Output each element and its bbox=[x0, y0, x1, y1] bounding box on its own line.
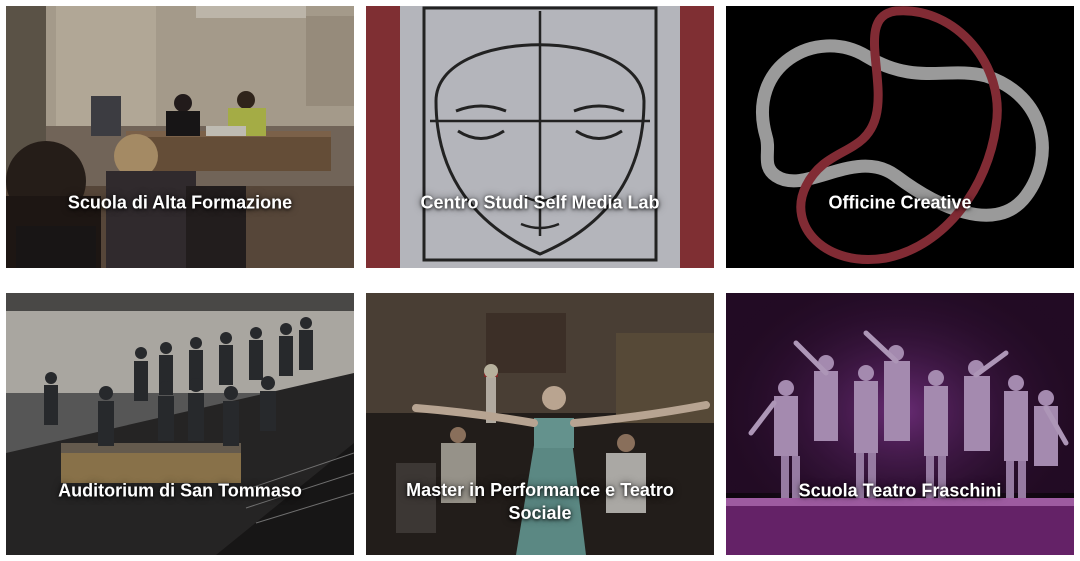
card-overlay bbox=[726, 293, 1074, 555]
card-centro-studi-self-media-lab[interactable]: Centro Studi Self Media Lab bbox=[366, 6, 714, 268]
card-scuola-alta-formazione[interactable]: Scuola di Alta Formazione bbox=[6, 6, 354, 268]
card-title: Auditorium di San Tommaso bbox=[58, 480, 302, 501]
card-title: Officine Creative bbox=[828, 192, 972, 213]
card-overlay bbox=[366, 6, 714, 268]
card-title: Centro Studi Self Media Lab bbox=[420, 192, 660, 213]
card-scuola-teatro-fraschini[interactable]: Scuola Teatro Fraschini bbox=[726, 293, 1074, 555]
card-title: Scuola di Alta Formazione bbox=[67, 192, 293, 213]
card-overlay bbox=[6, 6, 354, 268]
card-title: Master in Performance e Teatro Sociale bbox=[406, 480, 674, 523]
card-title: Scuola Teatro Fraschini bbox=[798, 480, 1002, 501]
card-overlay bbox=[6, 293, 354, 555]
card-overlay bbox=[726, 6, 1074, 268]
card-auditorium-san-tommaso[interactable]: Auditorium di San Tommaso bbox=[6, 293, 354, 555]
card-officine-creative[interactable]: Officine Creative bbox=[726, 6, 1074, 268]
course-grid: Scuola di Alta Formazione Centro Studi S… bbox=[0, 0, 1080, 561]
card-master-performance-teatro-sociale[interactable]: Master in Performance e Teatro Sociale bbox=[366, 293, 714, 555]
